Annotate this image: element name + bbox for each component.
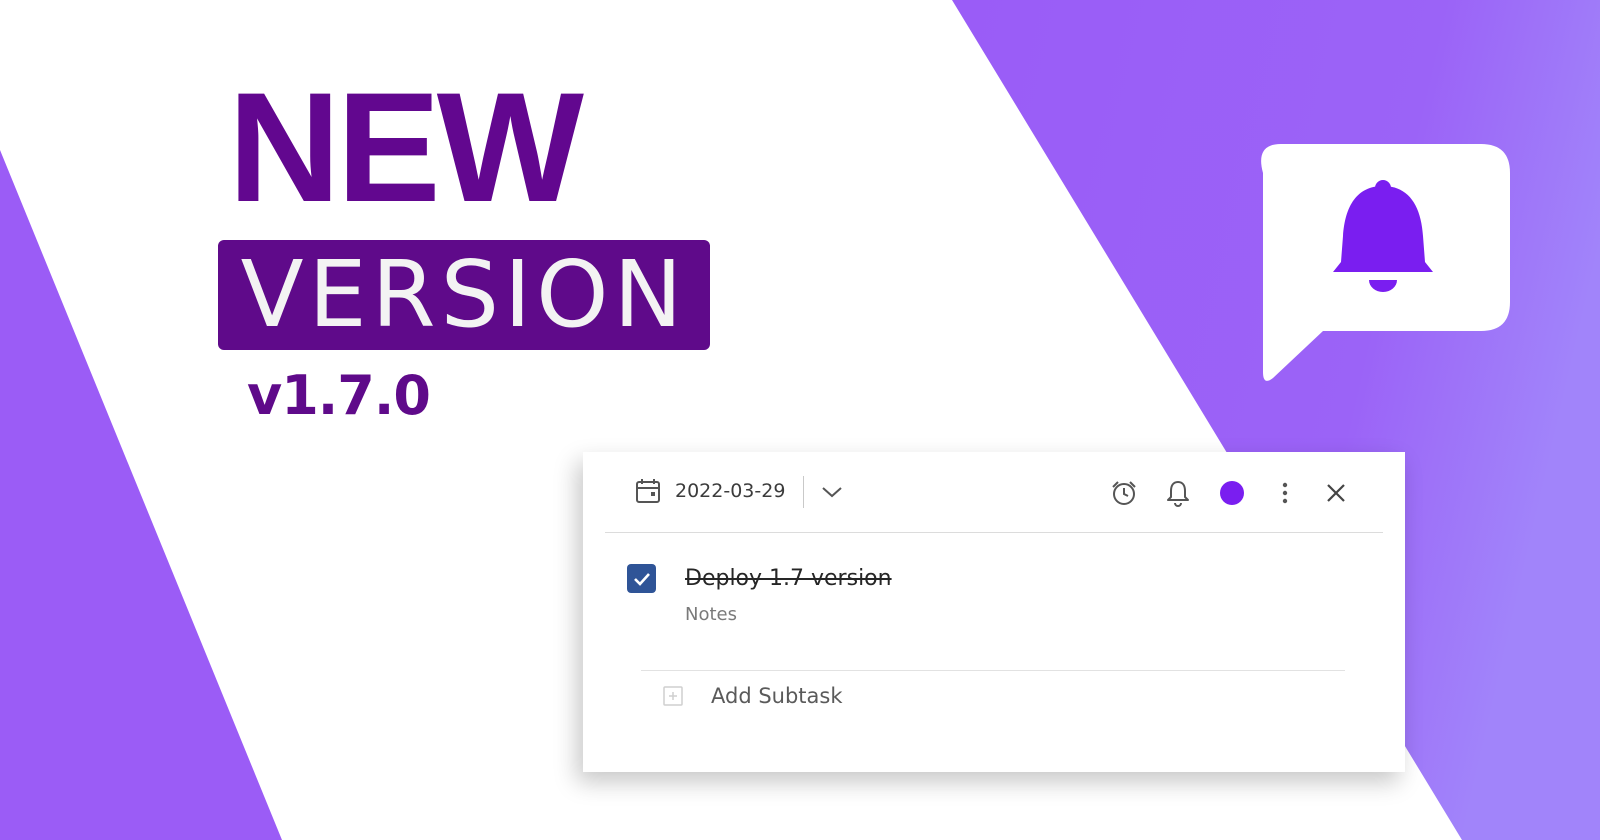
- notification-button[interactable]: [1163, 478, 1193, 508]
- add-subtask-label: Add Subtask: [711, 684, 843, 708]
- plus-square-icon: [663, 686, 683, 706]
- task-row: Deploy 1.7 version: [627, 564, 892, 593]
- due-date: 2022-03-29: [675, 480, 786, 502]
- task-complete-checkbox[interactable]: [627, 564, 656, 593]
- headline-new: NEW: [228, 61, 584, 235]
- add-subtask-button[interactable]: Add Subtask: [663, 684, 843, 708]
- date-picker[interactable]: 2022-03-29: [635, 476, 785, 506]
- more-vertical-icon: [1282, 482, 1288, 504]
- notes-field[interactable]: Notes: [685, 604, 737, 625]
- version-label: VERSION: [240, 241, 688, 348]
- calendar-icon: [636, 479, 660, 503]
- reminder-button[interactable]: [1109, 478, 1139, 508]
- color-dot-icon: [1220, 481, 1244, 505]
- checkbox-checked-icon: [633, 572, 650, 586]
- task-toolbar: 2022-03-29: [605, 452, 1383, 533]
- bell-icon: [1167, 481, 1189, 507]
- more-options-button[interactable]: [1270, 478, 1300, 508]
- task-detail-card: 2022-03-29 Deploy 1.7 version Notes Add …: [583, 452, 1405, 772]
- date-dropdown-button[interactable]: [819, 479, 845, 505]
- subtask-divider: [641, 670, 1345, 671]
- notification-bubble: [1261, 144, 1510, 381]
- version-number: v1.7.0: [247, 364, 431, 427]
- close-icon: [1327, 484, 1345, 502]
- close-button[interactable]: [1321, 478, 1351, 508]
- toolbar-divider: [803, 476, 804, 508]
- alarm-icon: [1112, 481, 1136, 505]
- task-title[interactable]: Deploy 1.7 version: [685, 566, 892, 591]
- color-picker-button[interactable]: [1217, 478, 1247, 508]
- version-label-box: VERSION: [218, 240, 710, 350]
- chevron-down-icon: [822, 487, 842, 498]
